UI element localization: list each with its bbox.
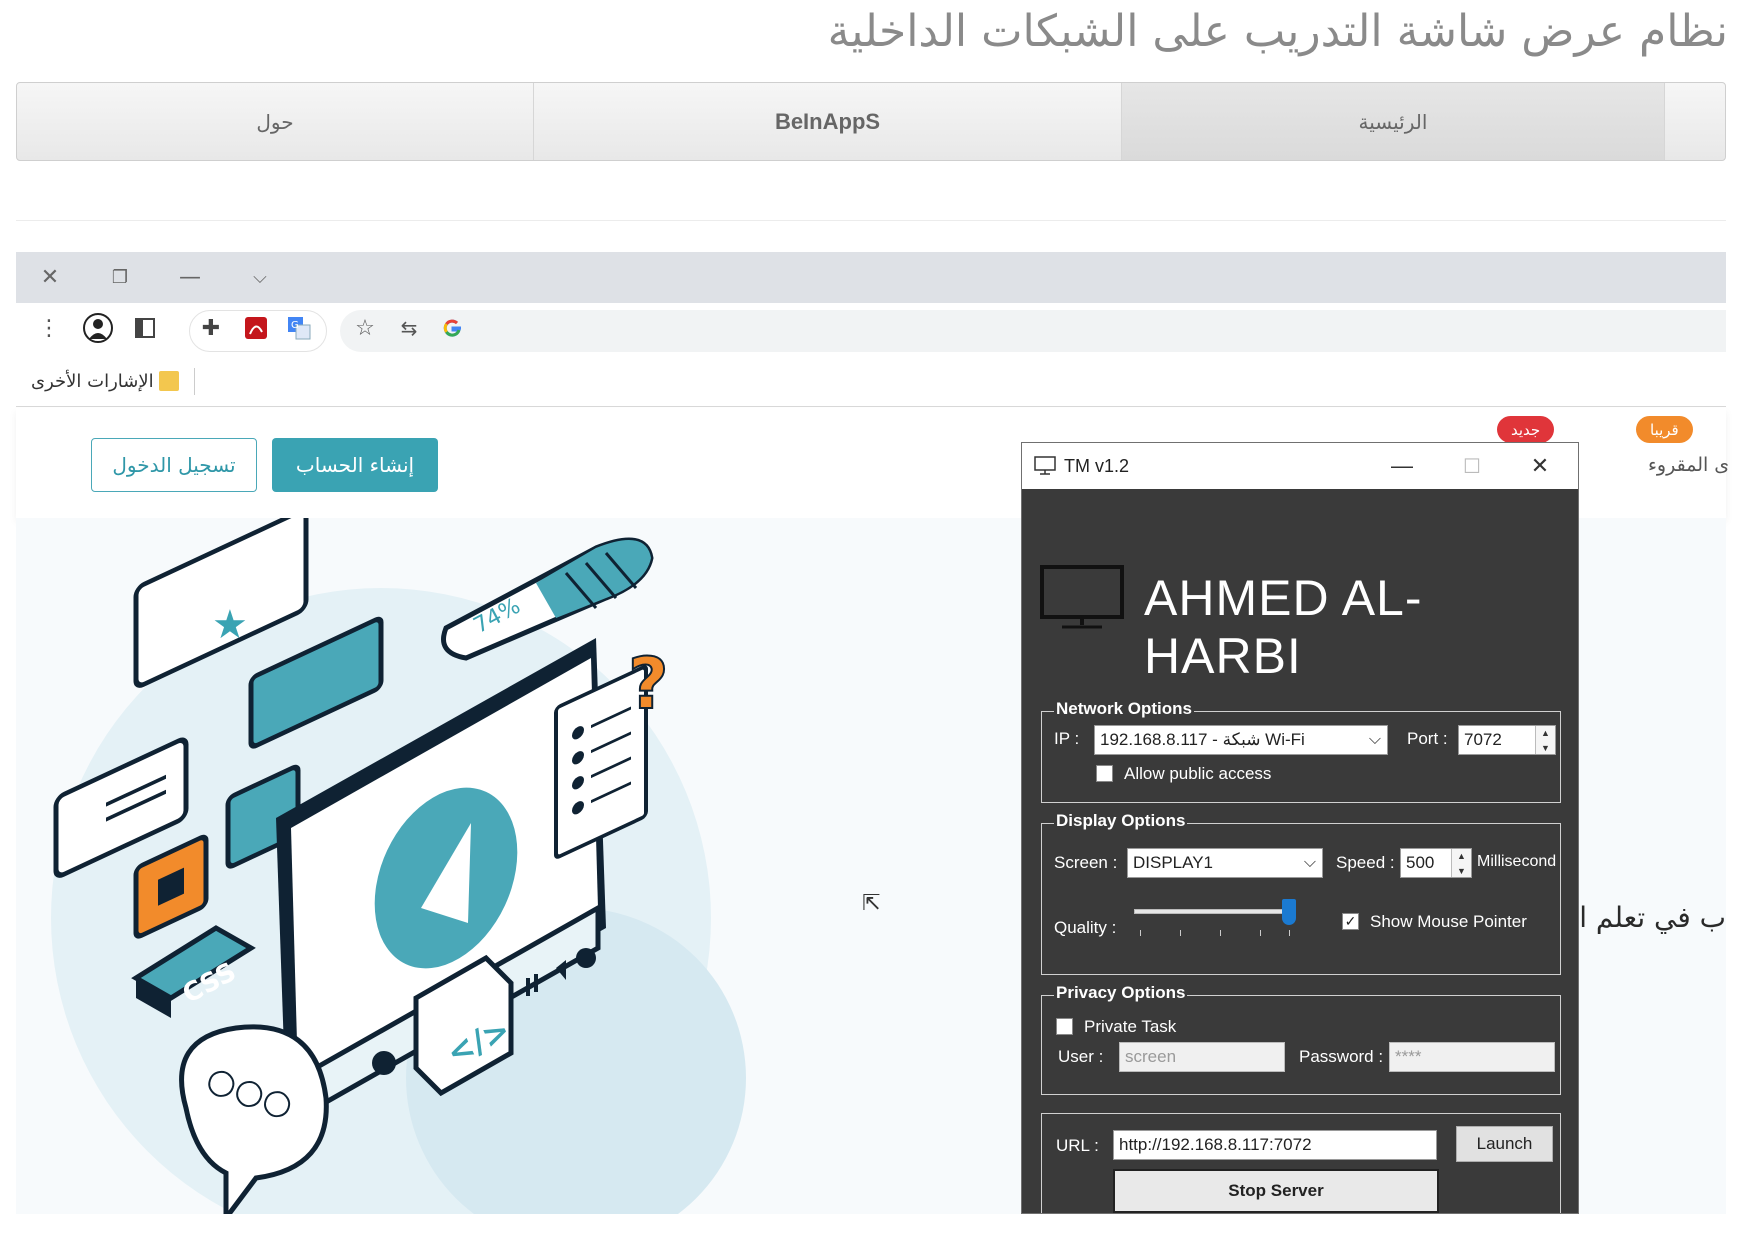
url-group: URL : http://192.168.8.117:7072 Launch S… — [1041, 1113, 1561, 1213]
privacy-options-group: Privacy Options Private Task User : scre… — [1041, 983, 1561, 1095]
display-options-title: Display Options — [1054, 811, 1188, 831]
browser-tab-strip: ✕ ❐ — ⌵ — [16, 252, 1726, 303]
allow-public-label: Allow public access — [1124, 764, 1272, 783]
page-title: نظام عرض شاشة التدريب على الشبكات الداخل… — [827, 6, 1728, 57]
privacy-options-title: Privacy Options — [1054, 983, 1188, 1003]
tm-monitor-logo-icon — [1040, 565, 1124, 634]
port-spinner[interactable]: ▲ ▼ — [1535, 726, 1555, 754]
bookmarks-other[interactable]: الإشارات الأخرى — [31, 371, 154, 392]
network-options-group: Network Options IP : 192.168.8.117 - شبك… — [1041, 699, 1561, 803]
minimize-icon[interactable]: — — [1382, 449, 1422, 483]
password-input[interactable]: **** — [1389, 1042, 1555, 1072]
speed-spinner[interactable]: ▲ ▼ — [1451, 849, 1471, 877]
quality-label: Quality : — [1054, 918, 1117, 937]
quality-slider-thumb[interactable] — [1282, 899, 1296, 925]
bookmarks-bar: الإشارات الأخرى — [16, 359, 1726, 407]
port-input[interactable]: 7072 ▲ ▼ — [1458, 725, 1556, 755]
divider — [16, 220, 1726, 221]
login-button[interactable]: تسجيل الدخول — [91, 438, 257, 492]
screen-label: Screen : — [1054, 853, 1118, 872]
nav-home[interactable]: الرئيسية — [1122, 83, 1665, 160]
nav-tail — [1665, 83, 1725, 160]
tm-window: TM v1.2 — ☐ ✕ AHMED AL-HARBI Network Opt… — [1021, 442, 1579, 1214]
browser-toolbar: ⋮ ✚ G ☆ ⇆ — [16, 303, 1726, 359]
bookmark-separator — [194, 368, 195, 395]
ip-label: IP : — [1054, 729, 1080, 748]
pdf-icon[interactable] — [241, 313, 271, 343]
nav-about[interactable]: حول — [17, 83, 534, 160]
monitor-icon — [1034, 456, 1056, 481]
launch-button[interactable]: Launch — [1456, 1126, 1553, 1162]
chevron-down-icon[interactable]: ⌵ — [240, 252, 280, 303]
ip-value: 192.168.8.117 - شبكة Wi-Fi — [1100, 730, 1305, 749]
top-nav: حول BeInAppS الرئيسية — [16, 82, 1726, 161]
stop-server-button[interactable]: Stop Server — [1113, 1169, 1439, 1213]
private-task-label: Private Task — [1084, 1017, 1177, 1036]
hero-heading: ب في تعلم البر — [1556, 901, 1726, 934]
ip-select[interactable]: 192.168.8.117 - شبكة Wi-Fi ⌵ — [1094, 725, 1388, 755]
close-icon[interactable]: ✕ — [30, 252, 70, 303]
star-icon[interactable]: ☆ — [350, 313, 380, 343]
folder-icon — [159, 371, 179, 391]
screen-select[interactable]: DISPLAY1 ⌵ — [1127, 848, 1323, 878]
close-icon[interactable]: ✕ — [1520, 449, 1560, 483]
speed-input[interactable]: 500 ▲ ▼ — [1400, 848, 1472, 878]
slider-tick — [1289, 930, 1290, 936]
port-value: 7072 — [1464, 730, 1502, 749]
allow-public-checkbox[interactable] — [1096, 765, 1113, 782]
user-input[interactable]: screen — [1119, 1042, 1285, 1072]
chevron-down-icon: ⌵ — [1303, 854, 1316, 871]
show-pointer-checkbox[interactable]: ✓ — [1342, 913, 1359, 930]
signup-button[interactable]: إنشاء الحساب — [272, 438, 438, 492]
chevron-down-icon: ⌵ — [1368, 731, 1381, 748]
illustration-star: ★ — [212, 602, 248, 648]
illustration-question: ? — [628, 643, 669, 725]
minimize-icon[interactable]: — — [170, 252, 210, 303]
user-label: User : — [1058, 1047, 1104, 1066]
sidebar-icon[interactable] — [130, 313, 160, 343]
show-pointer-label: Show Mouse Pointer — [1370, 912, 1527, 931]
maximize-icon[interactable]: ☐ — [1452, 449, 1492, 483]
quality-slider-track — [1134, 909, 1296, 914]
display-options-group: Display Options Screen : DISPLAY1 ⌵ Spee… — [1041, 811, 1561, 975]
svg-text:G: G — [291, 320, 299, 331]
profile-icon[interactable] — [83, 313, 113, 343]
private-task-checkbox[interactable] — [1056, 1018, 1073, 1035]
speed-value: 500 — [1406, 853, 1435, 872]
extensions-icon[interactable]: ✚ — [196, 313, 226, 343]
network-options-title: Network Options — [1054, 699, 1195, 719]
share-icon[interactable]: ⇆ — [394, 313, 424, 343]
quality-slider[interactable] — [1134, 899, 1296, 942]
url-input[interactable]: http://192.168.8.117:7072 — [1113, 1130, 1437, 1160]
nav-apps[interactable]: BeInAppS — [534, 83, 1122, 160]
slider-tick — [1220, 930, 1221, 936]
badge-soon: قريبا — [1636, 416, 1693, 443]
google-icon[interactable] — [438, 313, 468, 343]
slider-tick — [1140, 930, 1141, 936]
mouse-cursor-icon: ⇱ — [862, 891, 881, 916]
url-label: URL : — [1056, 1136, 1099, 1155]
badge-new: جديد — [1497, 416, 1555, 443]
slider-tick — [1260, 930, 1261, 936]
menu-icon[interactable]: ⋮ — [34, 313, 64, 343]
tm-titlebar[interactable]: TM v1.2 — ☐ ✕ — [1022, 443, 1578, 489]
omnibox[interactable] — [340, 310, 1726, 352]
restore-icon[interactable]: ❐ — [100, 252, 140, 303]
tm-brand: AHMED AL-HARBI — [1144, 570, 1423, 684]
hero-illustration: ★ CSS 74% ? </> ○○○ — [51, 518, 746, 1214]
translate-icon[interactable]: G — [284, 313, 314, 343]
speed-unit: Millisecond — [1477, 853, 1557, 870]
slider-tick — [1180, 930, 1181, 936]
speed-label: Speed : — [1336, 853, 1395, 872]
screen-value: DISPLAY1 — [1133, 853, 1214, 872]
password-label: Password : — [1299, 1047, 1384, 1066]
port-label: Port : — [1407, 729, 1448, 748]
partial-nav-text[interactable]: ى المقروء — [1648, 454, 1729, 476]
tm-title: TM v1.2 — [1064, 456, 1130, 476]
